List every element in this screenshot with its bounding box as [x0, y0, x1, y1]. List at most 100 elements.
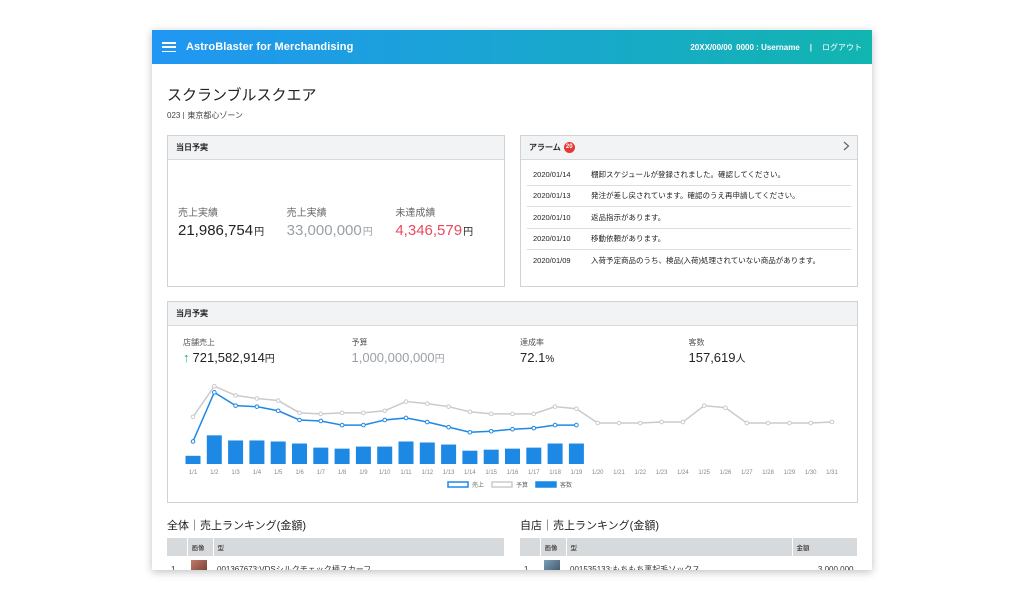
alarm-panel: アラーム 20 2020/01/14 棚卸スケジュールが登録されました。確認してく… — [520, 135, 858, 287]
bar-mark — [249, 440, 265, 464]
line-point — [297, 410, 302, 416]
line-point — [233, 403, 238, 408]
alarm-date: 2020/01/14 — [533, 169, 571, 179]
today-shortfall-metric: 未達成績 4,346,579円 — [395, 204, 504, 239]
store-zone: 東京都心ゾーン — [187, 111, 243, 120]
bar-mark — [547, 443, 563, 464]
metric-unit: % — [545, 354, 555, 365]
line-point — [275, 408, 281, 414]
line-point — [425, 401, 430, 406]
alarm-list: 2020/01/14 棚卸スケジュールが登録されました。確認してください。 202… — [521, 160, 857, 272]
line-point — [765, 420, 771, 426]
alarm-date: 2020/01/10 — [533, 212, 571, 222]
metric-label: 店舗売上 — [183, 338, 215, 347]
menu-icon[interactable] — [162, 42, 176, 52]
metric-label: 売上実績 — [286, 208, 327, 219]
top-bar: AstroBlaster for Merchandising 20XX/00/0… — [152, 30, 872, 64]
bar-mark — [398, 441, 414, 464]
alarm-item[interactable]: 2020/01/14 棚卸スケジュールが登録されました。確認してください。 — [527, 164, 851, 186]
line-point — [638, 420, 643, 426]
metric-value: 157,619 — [688, 350, 736, 365]
alarm-message: 棚卸スケジュールが登録されました。確認してください。 — [591, 169, 786, 179]
rank-cell: 1 — [524, 564, 529, 571]
month-panel: 当月予実 店舗売上 ↑ 721,582,914円 予算 1,000,000,000… — [167, 301, 858, 503]
line-point — [297, 417, 302, 423]
metric-label: 達成率 — [520, 338, 544, 347]
x-tick-label: 1/19 — [571, 470, 583, 476]
metric-value: 1,000,000,000 — [351, 350, 435, 365]
x-tick-label: 1/27 — [741, 470, 753, 476]
x-tick-label: 1/20 — [592, 470, 604, 476]
alarm-item[interactable]: 2020/01/09 入荷予定商品のうち、検品(入荷)処理されていない商品がありま… — [527, 250, 851, 272]
x-tick-label: 1/8 — [338, 470, 347, 476]
line-point — [446, 404, 451, 409]
x-tick-label: 1/11 — [400, 470, 412, 476]
series-line — [192, 391, 577, 442]
x-tick-label: 1/6 — [295, 470, 304, 476]
chevron-right-icon[interactable] — [843, 141, 850, 154]
table-row[interactable]: 1 001367673:VDSシルクチェック柄スカーフ — [167, 556, 505, 570]
ranking-all-table: 画像 型 1 001367673:VDSシルクチェック柄スカーフ — [167, 538, 505, 570]
line-point — [446, 424, 451, 430]
metric-value: 33,000,000 — [286, 222, 362, 239]
line-point — [510, 426, 515, 432]
line-point — [510, 411, 515, 417]
line-point — [339, 410, 345, 416]
line-point — [552, 422, 558, 428]
line-point — [574, 422, 579, 428]
x-tick-label: 1/25 — [698, 470, 710, 476]
current-date: 20XX/00/00 — [690, 42, 733, 52]
bar-mark — [419, 442, 435, 464]
metric-unit: 円 — [434, 354, 445, 365]
metric-unit: 円 — [362, 227, 373, 238]
alarm-header[interactable]: アラーム 20 — [521, 136, 857, 160]
amount-cell: 3,000,000 — [817, 564, 854, 571]
metric-label: 客数 — [688, 338, 705, 347]
line-point — [318, 418, 324, 424]
alarm-message: 返品指示があります。 — [591, 212, 666, 222]
alarm-item[interactable]: 2020/01/10 返品指示があります。 — [527, 207, 851, 229]
achievement-metric: 達成率 72.1% — [520, 337, 689, 365]
alarm-item[interactable]: 2020/01/13 発注が差し戻されています。確認のうえ再申請してください。 — [527, 186, 851, 207]
line-point — [190, 414, 196, 420]
alarm-message: 発注が差し戻されています。確認のうえ再申請してください。 — [591, 191, 800, 201]
line-point — [531, 425, 537, 431]
metric-label: 予算 — [351, 338, 368, 347]
today-budget-metric: 売上実績 33,000,000円 — [287, 204, 396, 239]
line-point — [339, 422, 345, 428]
bar-mark — [441, 444, 457, 464]
bar-mark — [334, 448, 350, 464]
logout-link[interactable]: ログアウト — [822, 42, 862, 53]
x-tick-label: 1/28 — [762, 470, 774, 476]
metric-value: 4,346,579 — [395, 222, 463, 239]
x-tick-label: 1/22 — [634, 470, 646, 476]
x-tick-label: 1/10 — [379, 470, 391, 476]
alarm-message: 移動依頼があります。 — [591, 234, 666, 244]
line-point — [361, 422, 366, 428]
alarm-item[interactable]: 2020/01/10 移動依頼があります。 — [527, 229, 851, 250]
bar-mark — [228, 440, 244, 464]
x-tick-label: 1/18 — [549, 470, 561, 476]
bar-mark — [313, 447, 329, 464]
legend-swatch — [535, 481, 557, 488]
line-point — [680, 419, 686, 425]
alarm-count-badge: 20 — [563, 142, 575, 153]
ranking-store-title: 自店｜売上ランキング(金額) — [520, 520, 659, 532]
metric-unit: 円 — [264, 354, 275, 365]
series-line — [192, 385, 833, 424]
monthly-chart: 1/1 1/2 1/3 1/4 1/5 1/6 1/7 1/8 1/9 1/10 1/11 1/12 1… — [185, 383, 838, 489]
line-point — [595, 420, 601, 426]
rank-cell: 1 — [171, 564, 176, 571]
line-point — [744, 420, 750, 426]
metric-value: 721,582,914 — [192, 350, 265, 365]
bar-mark — [568, 443, 584, 464]
line-point — [574, 406, 579, 412]
metric-value: 72.1 — [520, 350, 546, 365]
x-tick-label: 1/13 — [443, 470, 455, 476]
x-tick-label: 1/26 — [720, 470, 732, 476]
line-point — [701, 403, 707, 408]
metric-unit: 円 — [463, 227, 474, 238]
line-point — [531, 411, 537, 417]
table-row[interactable]: 1 001535133:もちもち裏起毛ソックス 3,000,000 — [520, 556, 858, 570]
bar-mark — [462, 450, 478, 464]
